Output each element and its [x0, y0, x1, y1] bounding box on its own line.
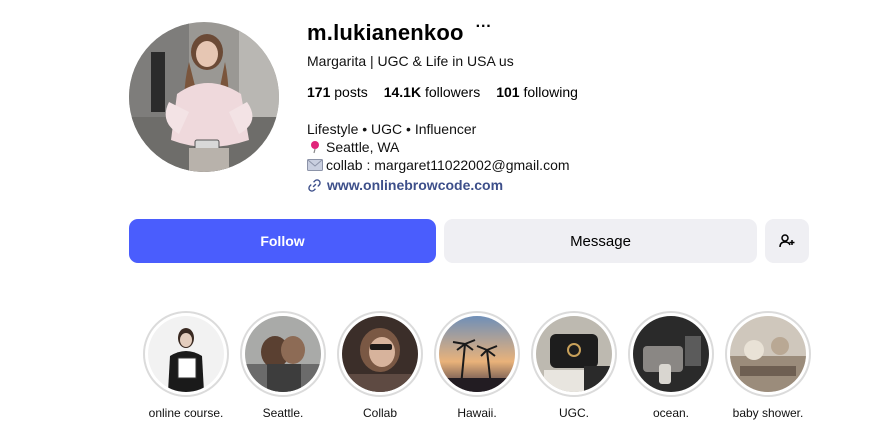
stat-posts[interactable]: 171 posts	[307, 84, 368, 100]
stat-followers-value: 14.1K	[383, 84, 422, 100]
highlight-label: Seattle.	[262, 406, 304, 420]
highlight-label: Hawaii.	[457, 406, 497, 420]
highlight-label: online course.	[148, 406, 224, 420]
highlight-cover	[148, 316, 224, 392]
pin-icon	[307, 140, 323, 154]
link-icon	[308, 178, 321, 192]
highlight-online-course[interactable]: online course.	[136, 311, 236, 420]
stat-following-value: 101	[496, 84, 520, 100]
add-user-button[interactable]	[765, 219, 809, 263]
bio-email: collab : margaret11022002@gmail.com	[307, 156, 847, 174]
highlight-hawaii[interactable]: Hawaii.	[427, 311, 527, 420]
more-options-icon[interactable]: ···	[476, 19, 492, 35]
highlight-label: UGC.	[559, 406, 589, 420]
username-row: m.lukianenkoo ···	[307, 18, 847, 48]
highlight-label: Collab	[362, 406, 398, 420]
stat-following-label: following	[523, 84, 578, 100]
story-highlights: online course. Seattle. Collab Hawaii. U…	[0, 311, 891, 437]
highlight-ring	[337, 311, 423, 397]
highlight-seattle[interactable]: Seattle.	[233, 311, 333, 420]
stat-posts-value: 171	[307, 84, 331, 100]
envelope-icon	[307, 159, 323, 171]
email-text: collab : margaret11022002@gmail.com	[326, 157, 570, 173]
highlight-baby-shower[interactable]: baby shower.	[718, 311, 818, 420]
bio-location: Seattle, WA	[307, 138, 847, 156]
highlight-ring	[628, 311, 714, 397]
username: m.lukianenkoo	[307, 20, 464, 45]
highlight-ring	[240, 311, 326, 397]
highlight-ring	[434, 311, 520, 397]
stat-posts-label: posts	[334, 84, 368, 100]
highlight-ocean[interactable]: ocean.	[621, 311, 721, 420]
highlight-label: ocean.	[652, 406, 690, 420]
follow-button[interactable]: Follow	[129, 219, 436, 263]
full-name: Margarita | UGC & Life in USA us	[307, 53, 514, 69]
profile-avatar[interactable]	[129, 22, 279, 172]
highlight-cover	[633, 316, 709, 392]
highlight-cover	[536, 316, 612, 392]
highlight-cover	[439, 316, 515, 392]
profile-info: m.lukianenkoo ··· Margarita | UGC & Life…	[307, 18, 847, 193]
highlight-cover	[245, 316, 321, 392]
highlight-ugc[interactable]: UGC.	[524, 311, 624, 420]
bio-line: Lifestyle • UGC • Influencer	[307, 121, 477, 137]
highlight-cover	[342, 316, 418, 392]
website-link-text: www.onlinebrowcode.com	[327, 177, 504, 193]
highlight-collab[interactable]: Collab	[330, 311, 430, 420]
highlight-cover	[730, 316, 806, 392]
highlight-ring	[531, 311, 617, 397]
highlight-ring	[143, 311, 229, 397]
website-link[interactable]: www.onlinebrowcode.com	[307, 177, 847, 193]
profile-stats: 171 posts 14.1K followers 101 following	[307, 84, 847, 100]
highlight-label: baby shower.	[732, 406, 804, 420]
stat-followers[interactable]: 14.1K followers	[384, 84, 481, 100]
stat-following[interactable]: 101 following	[496, 84, 578, 100]
bio: Lifestyle • UGC • Influencer Seattle, WA…	[307, 120, 847, 174]
highlight-ring	[725, 311, 811, 397]
location-text: Seattle, WA	[326, 139, 400, 155]
add-user-icon	[779, 234, 795, 248]
stat-followers-label: followers	[424, 84, 481, 100]
message-button[interactable]: Message	[444, 219, 757, 263]
